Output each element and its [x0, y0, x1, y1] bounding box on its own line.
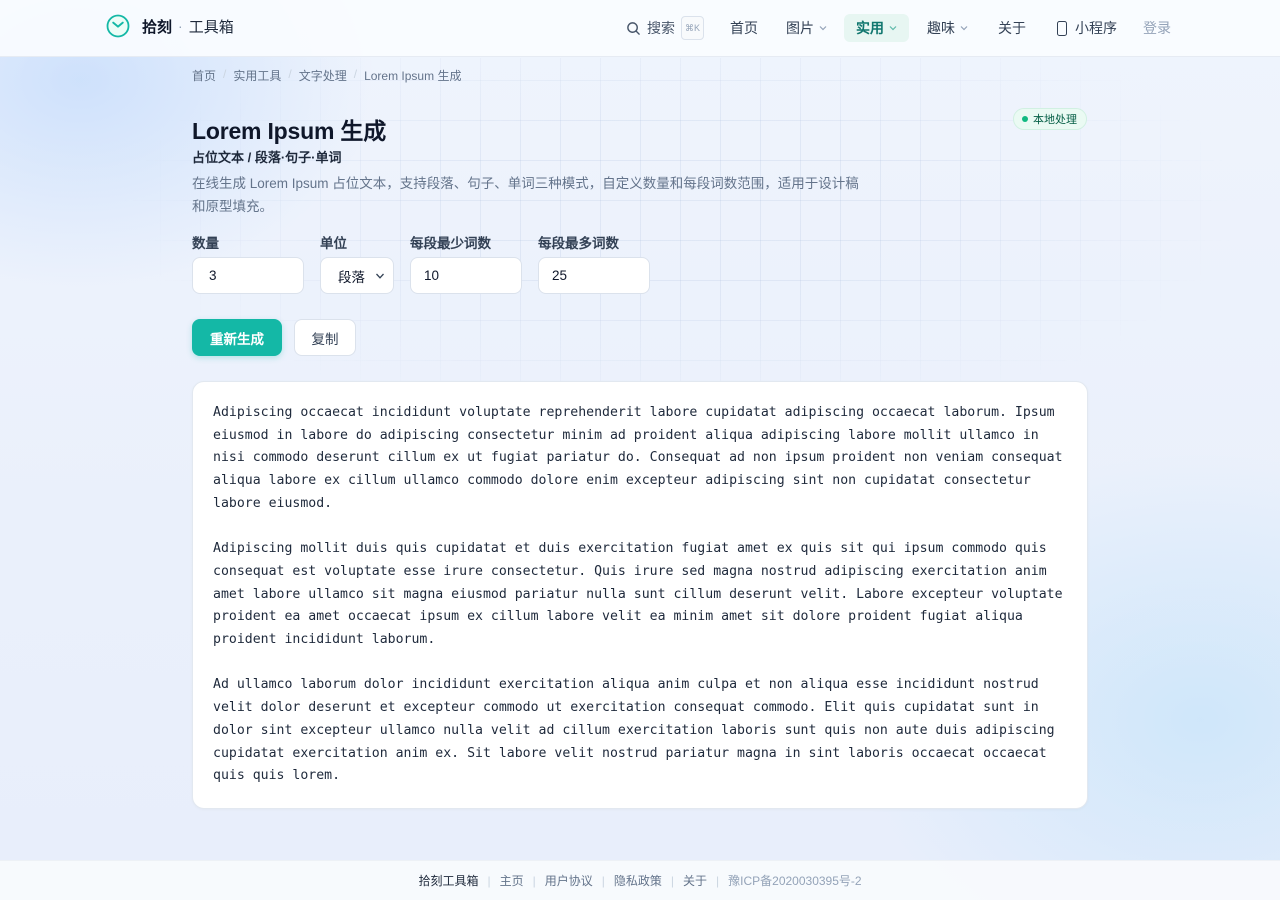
nav-item-fun[interactable]: 趣味 — [927, 14, 968, 42]
output-paragraph: Adipiscing mollit duis quis cupidatat et… — [213, 541, 1063, 648]
min-words-value: 10 — [424, 268, 440, 283]
unit-label: 单位 — [320, 236, 347, 251]
chevron-down-icon — [376, 273, 384, 279]
footer: 拾刻工具箱 | 主页 | 用户协议 | 隐私政策 | 关于 | 豫ICP备202… — [0, 860, 1280, 900]
nav-item-home[interactable]: 首页 — [730, 14, 758, 42]
count-input[interactable]: 3 — [192, 257, 304, 294]
count-field: 数量 3 — [192, 233, 304, 294]
nav-about-label: 关于 — [998, 20, 1027, 36]
unit-select[interactable]: 段落 — [320, 257, 394, 294]
footer-separator: | — [532, 873, 536, 888]
search-button[interactable]: 搜索 ⌘K — [626, 16, 705, 40]
footer-link-about[interactable]: 关于 — [683, 872, 707, 889]
breadcrumb-separator: / — [288, 67, 292, 81]
min-words-input[interactable]: 10 — [410, 257, 522, 294]
max-words-value: 25 — [552, 268, 568, 283]
max-words-input[interactable]: 25 — [538, 257, 650, 294]
search-icon — [627, 21, 640, 35]
unit-value: 段落 — [338, 269, 365, 285]
badge-label: 本地处理 — [1033, 114, 1077, 126]
output-panel: Adipiscing occaecat incididunt voluptate… — [192, 381, 1088, 809]
nav-item-practical[interactable]: 实用 — [844, 14, 910, 42]
login-link[interactable]: 登录 — [1143, 14, 1171, 42]
regenerate-button[interactable]: 重新生成 — [192, 319, 282, 356]
nav-item-about[interactable]: 关于 — [998, 14, 1026, 42]
chevron-down-icon — [889, 26, 897, 31]
output-paragraph: Ad ullamco laborum dolor incididunt exer… — [213, 677, 1055, 784]
output-paragraph: Adipiscing occaecat incididunt voluptate… — [213, 405, 1063, 511]
footer-separator: | — [670, 873, 674, 888]
chevron-down-icon — [960, 26, 968, 31]
footer-separator: | — [716, 873, 720, 888]
chevron-down-icon — [819, 26, 827, 31]
nav-item-miniprogram[interactable]: 小程序 — [1057, 14, 1117, 42]
nav-fun-label: 趣味 — [927, 20, 956, 36]
min-words-label: 每段最少词数 — [410, 236, 491, 251]
brand-separator: · — [178, 18, 183, 34]
status-dot-icon — [1022, 116, 1028, 122]
nav-practical-label: 实用 — [856, 20, 885, 36]
nav-home-label: 首页 — [730, 20, 759, 36]
footer-link-terms[interactable]: 用户协议 — [545, 872, 593, 889]
page-title: Lorem Ipsum 生成 — [192, 118, 387, 144]
nav-images-label: 图片 — [786, 20, 815, 36]
breadcrumb: 首页 / 实用工具 / 文字处理 / Lorem Ipsum 生成 — [192, 67, 461, 84]
brand-subtitle: 工具箱 — [188, 18, 234, 36]
brand-link[interactable]: 拾刻 · 工具箱 — [106, 14, 234, 38]
footer-brand[interactable]: 拾刻工具箱 — [418, 872, 478, 889]
phone-icon — [1057, 20, 1068, 36]
breadcrumb-separator: / — [353, 67, 358, 81]
login-label: 登录 — [1143, 20, 1172, 36]
max-words-field: 每段最多词数 25 — [538, 233, 650, 294]
copy-button[interactable]: 复制 — [294, 319, 356, 356]
breadcrumb-separator: / — [223, 67, 227, 81]
footer-icp-link[interactable]: 豫ICP备2020030395号-2 — [728, 872, 861, 889]
unit-field: 单位 段落 — [320, 233, 394, 294]
breadcrumb-item-tools[interactable]: 实用工具 — [233, 67, 281, 84]
main-nav: 搜索 ⌘K 首页 图片 实用 趣味 关于 小程序 登录 — [626, 14, 1171, 42]
breadcrumb-item-home[interactable]: 首页 — [192, 67, 216, 84]
brand-name: 拾刻 — [142, 18, 173, 36]
page-description: 在线生成 Lorem Ipsum 占位文本，支持段落、句子、单词三种模式，自定义… — [192, 176, 859, 214]
breadcrumb-item-text[interactable]: 文字处理 — [299, 67, 347, 84]
breadcrumb-item-current: Lorem Ipsum 生成 — [364, 69, 462, 83]
search-label: 搜索 — [647, 20, 675, 36]
nav-miniprogram-label: 小程序 — [1075, 20, 1118, 36]
min-words-field: 每段最少词数 10 — [410, 233, 522, 294]
footer-link-home[interactable]: 主页 — [500, 872, 524, 889]
local-processing-badge: 本地处理 — [1013, 108, 1087, 130]
footer-separator: | — [601, 873, 605, 888]
clock-logo-icon — [106, 14, 130, 38]
count-value: 3 — [209, 268, 217, 283]
footer-link-privacy[interactable]: 隐私政策 — [614, 872, 662, 889]
nav-item-images[interactable]: 图片 — [786, 14, 827, 42]
count-label: 数量 — [192, 236, 219, 251]
page-subtitle: 占位文本 / 段落·句子·单词 — [192, 150, 342, 165]
footer-separator: | — [487, 873, 491, 888]
top-navbar: 拾刻 · 工具箱 搜索 ⌘K 首页 图片 实用 趣味 关于 小程序 登录 — [0, 0, 1280, 57]
max-words-label: 每段最多词数 — [538, 236, 619, 251]
search-shortcut-hint: ⌘K — [681, 16, 705, 40]
